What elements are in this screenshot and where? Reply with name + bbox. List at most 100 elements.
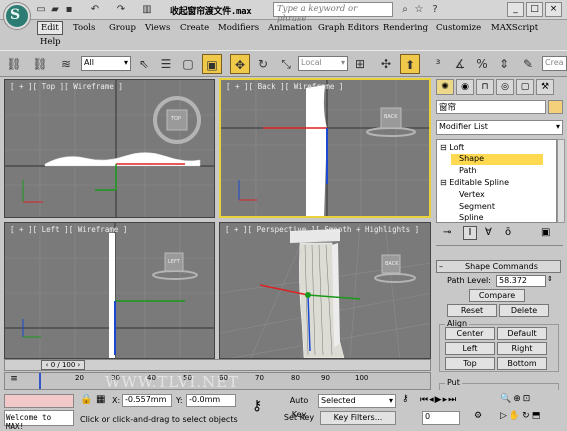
stack-item-vertex[interactable]: Vertex — [459, 190, 485, 199]
selection-filter-dropdown[interactable]: All ▾ — [81, 56, 131, 71]
field-of-view-icon[interactable]: ▷ — [500, 411, 509, 421]
utilities-panel-tab-icon[interactable]: ⚒ — [536, 79, 554, 95]
menu-edit[interactable]: Edit — [37, 21, 63, 35]
stack-item-loft[interactable]: ⊟ Loft — [440, 143, 464, 152]
viewport-navigation-controls-row2[interactable]: ▷✋↻⬒ — [500, 411, 542, 421]
time-configuration-icon[interactable]: ⚙ — [474, 411, 482, 421]
app-logo-icon[interactable]: S — [4, 3, 30, 29]
playback-controls[interactable]: ⏮◂▶▸⏭ — [420, 395, 457, 405]
maxscript-mini-listener[interactable]: Welcome to MAX! — [4, 410, 74, 431]
keyboard-shortcut-override-icon[interactable]: ⬆ — [400, 54, 420, 74]
stack-item-editable-spline[interactable]: ⊟ Editable Spline — [440, 178, 509, 187]
align-left-button[interactable]: Left — [445, 342, 495, 355]
path-level-spinner-icon[interactable]: ⇕ — [547, 275, 553, 283]
maximize-viewport-icon[interactable]: ⬒ — [532, 411, 543, 421]
unlink-icon[interactable]: ⛓ — [30, 54, 50, 74]
set-key-mode-icon[interactable]: ⚷ — [252, 398, 262, 414]
select-rotate-icon[interactable]: ↻ — [253, 54, 273, 74]
modifier-list-dropdown[interactable]: Modifier List ▾ — [436, 120, 563, 135]
create-panel-tab-icon[interactable]: ✺ — [436, 79, 454, 95]
display-panel-tab-icon[interactable]: ▢ — [516, 79, 534, 95]
align-top-button[interactable]: Top — [445, 357, 495, 370]
open-icon[interactable]: ▰ — [48, 3, 62, 16]
x-coord-field[interactable]: -0.557mm — [122, 394, 172, 407]
mini-curve-editor-icon[interactable]: ≡ — [5, 374, 23, 388]
viewport-perspective[interactable]: [ + ][ Perspective ][ Smooth + Highlight… — [219, 222, 431, 359]
menu-create[interactable]: Create — [177, 22, 212, 34]
bind-space-warp-icon[interactable]: ≋ — [56, 54, 76, 74]
viewport-back-label[interactable]: [ + ][ Back ][ Wireframe ] — [226, 82, 343, 91]
minimize-button[interactable]: _ — [507, 2, 524, 17]
viewport-top[interactable]: [ + ][ Top ][ Wireframe ] TOP — [4, 79, 215, 218]
menu-group[interactable]: Group — [106, 22, 139, 34]
menu-animation[interactable]: Animation — [265, 22, 315, 34]
spinner-snap-icon[interactable]: ⇕ — [494, 54, 514, 74]
delete-button[interactable]: Delete — [499, 304, 549, 317]
remove-modifier-icon[interactable]: ō — [505, 227, 511, 238]
menu-views[interactable]: Views — [142, 22, 173, 34]
menu-maxscript[interactable]: MAXScript — [488, 22, 541, 34]
go-to-start-icon[interactable]: ⏮ — [420, 395, 429, 405]
search-icon[interactable]: ⌕ — [398, 3, 412, 17]
orbit-icon[interactable]: ↻ — [522, 411, 532, 421]
edit-named-selection-icon[interactable]: ✎ — [518, 54, 538, 74]
set-key-button[interactable]: Set Key — [282, 411, 316, 425]
select-scale-icon[interactable]: ⤡ — [276, 54, 296, 74]
zoom-all-icon[interactable]: ⊕ — [513, 394, 523, 404]
hierarchy-panel-tab-icon[interactable]: ⊓ — [476, 79, 494, 95]
key-filters-button[interactable]: Key Filters... — [320, 411, 396, 425]
menu-tools[interactable]: Tools — [70, 22, 98, 34]
reference-coordinate-dropdown[interactable]: Local ▾ — [298, 56, 348, 71]
pivot-center-icon[interactable]: ⊞ — [350, 54, 370, 74]
search-input[interactable]: Type a keyword or phrase — [273, 2, 393, 24]
object-name-field[interactable]: 窗帘 — [436, 100, 546, 114]
key-selection-dropdown[interactable]: Selected ▾ — [318, 394, 396, 408]
path-level-field[interactable]: 58.372 — [496, 275, 546, 287]
configure-modifier-sets-icon[interactable]: ▣ — [541, 227, 550, 238]
select-by-name-icon[interactable]: ☰ — [156, 54, 176, 74]
favorites-icon[interactable]: ☆ — [412, 3, 426, 17]
close-button[interactable]: × — [545, 2, 562, 17]
menu-rendering[interactable]: Rendering — [380, 22, 431, 34]
align-right-button[interactable]: Right — [497, 342, 547, 355]
snaps-toggle-icon[interactable]: ³ — [428, 54, 448, 74]
pin-stack-icon[interactable]: ⊸ — [443, 227, 451, 238]
maximize-button[interactable]: □ — [526, 2, 543, 17]
make-unique-icon[interactable]: ∀ — [485, 227, 492, 238]
redo-icon[interactable]: ↷ — [114, 3, 128, 16]
rectangular-region-icon[interactable]: ▢ — [178, 54, 198, 74]
viewport-perspective-label[interactable]: [ + ][ Perspective ][ Smooth + Highlight… — [225, 225, 419, 234]
maxscript-mini-listener-top[interactable] — [4, 394, 74, 408]
play-icon[interactable]: ▶ — [435, 395, 443, 405]
new-icon[interactable]: ▭ — [34, 3, 48, 16]
menu-customize[interactable]: Customize — [433, 22, 484, 34]
viewcube-top-face[interactable]: TOP — [171, 116, 181, 122]
menu-help[interactable]: Help — [37, 36, 64, 48]
modify-panel-tab-icon[interactable]: ◉ — [456, 79, 474, 95]
show-end-result-icon[interactable]: I — [463, 226, 477, 240]
percent-snap-icon[interactable]: % — [472, 54, 492, 74]
viewcube-left-face[interactable]: LEFT — [168, 259, 180, 265]
viewport-top-label[interactable]: [ + ][ Top ][ Wireframe ] — [10, 82, 123, 91]
window-crossing-icon[interactable]: ▣ — [202, 54, 222, 74]
absolute-mode-icon[interactable]: ▦ — [96, 394, 108, 406]
viewport-left-label[interactable]: [ + ][ Left ][ Wireframe ] — [10, 225, 127, 234]
viewport-navigation-controls[interactable]: 🔍⊕⊡ — [500, 394, 532, 404]
shape-commands-rollout[interactable]: – Shape Commands — [436, 260, 561, 273]
select-link-icon[interactable]: ⛓ — [4, 54, 24, 74]
angle-snap-icon[interactable]: ∡ — [450, 54, 470, 74]
stack-item-spline[interactable]: Spline — [459, 213, 484, 222]
go-to-end-icon[interactable]: ⏭ — [448, 395, 457, 405]
undo-icon[interactable]: ↶ — [88, 3, 102, 16]
motion-panel-tab-icon[interactable]: ◎ — [496, 79, 514, 95]
zoom-icon[interactable]: 🔍 — [500, 394, 513, 404]
select-manipulate-icon[interactable]: ✣ — [376, 54, 396, 74]
stack-item-segment[interactable]: Segment — [459, 202, 495, 211]
align-default-button[interactable]: Default — [497, 327, 547, 340]
stack-scrollbar[interactable] — [557, 139, 565, 223]
viewcube-back-face[interactable]: BACK — [384, 114, 398, 120]
viewcube-persp-face[interactable]: BACK — [385, 261, 399, 267]
select-object-icon[interactable]: ⇖ — [134, 54, 154, 74]
object-color-swatch[interactable] — [548, 100, 563, 114]
zoom-extents-icon[interactable]: ⊡ — [523, 394, 533, 404]
